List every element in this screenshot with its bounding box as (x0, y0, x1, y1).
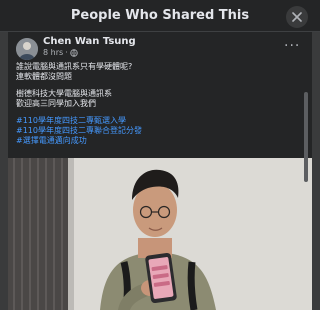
post-meta: 8 hrs · (43, 48, 78, 57)
author-name[interactable]: Chen Wan Tsung (43, 36, 136, 47)
globe-icon (70, 48, 78, 57)
text-line: 連軟體都沒問題 (16, 72, 72, 81)
paragraph: 樹德科技大學電腦與通訊系 歡迎高三同學加入我們 (16, 89, 296, 109)
hashtag-link[interactable]: #選擇電通邁向成功 (16, 136, 296, 146)
text-line: 歡迎高三同學加入我們 (16, 99, 96, 108)
scrollbar[interactable] (304, 92, 308, 182)
close-button[interactable] (286, 6, 308, 28)
hashtags: #110學年度四技二專甄選入學 #110學年度四技二專聯合登記分發 #選擇電通邁… (16, 116, 296, 146)
modal-header: People Who Shared This (0, 0, 320, 32)
avatar[interactable] (16, 38, 38, 60)
post-text: 誰說電腦與通訊系只有學硬體呢? 連軟體都沒問題 樹德科技大學電腦與通訊系 歡迎高… (16, 62, 296, 153)
paragraph: 誰說電腦與通訊系只有學硬體呢? 連軟體都沒問題 (16, 62, 296, 82)
hashtag-link[interactable]: #110學年度四技二專甄選入學 (16, 116, 296, 126)
more-icon[interactable]: ··· (284, 38, 300, 54)
post-time[interactable]: 8 hrs (43, 48, 63, 57)
post-header: Chen Wan Tsung 8 hrs · ··· (8, 32, 312, 62)
meta-separator: · (65, 48, 68, 57)
shared-post: Chen Wan Tsung 8 hrs · ··· 誰說電腦與通訊系只有學硬體… (8, 32, 312, 310)
hashtag-link[interactable]: #110學年度四技二專聯合登記分發 (16, 126, 296, 136)
text-line: 誰說電腦與通訊系只有學硬體呢? (16, 62, 133, 71)
modal-title: People Who Shared This (70, 8, 250, 23)
text-line: 樹德科技大學電腦與通訊系 (16, 89, 112, 98)
close-icon (292, 12, 302, 22)
post-photo[interactable] (8, 158, 312, 310)
